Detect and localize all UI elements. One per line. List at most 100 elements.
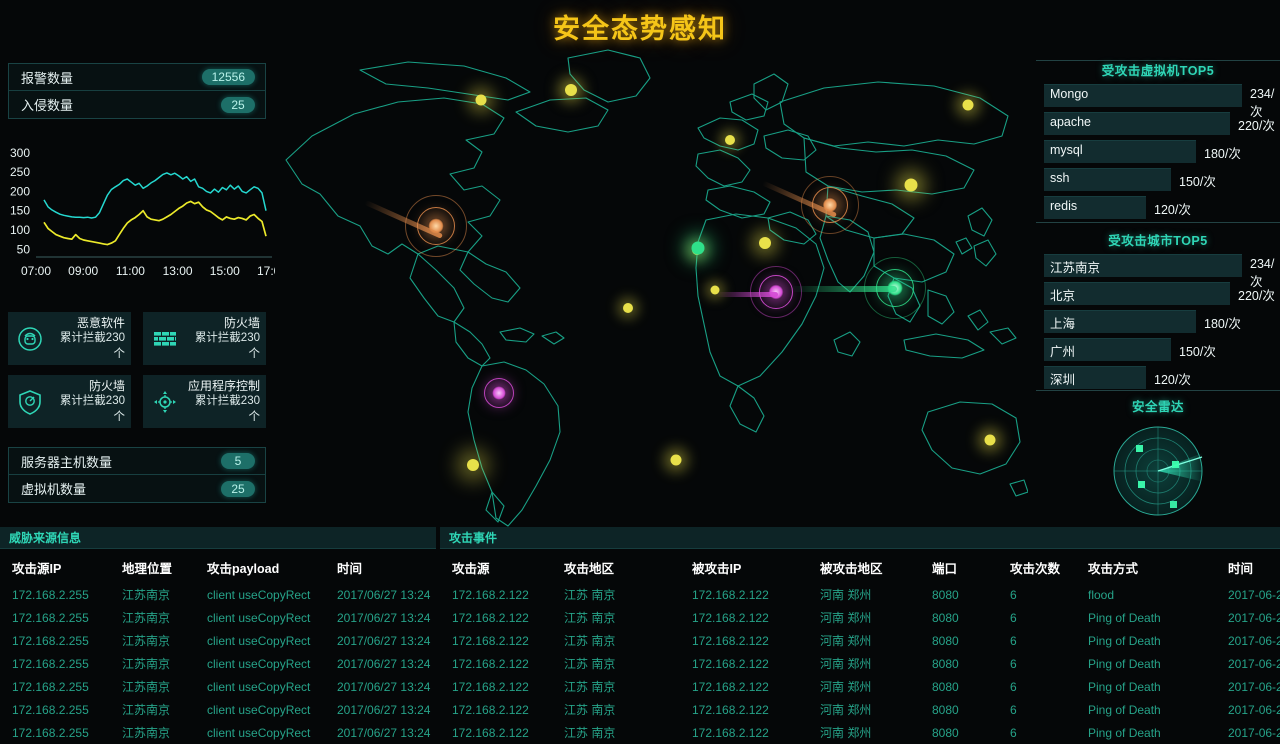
top5-bar-row[interactable]: 北京 220/次	[1036, 282, 1280, 305]
shield-icon	[15, 387, 45, 417]
rail-divider	[1036, 222, 1280, 223]
table-cell: 2017/06/27 13:24	[337, 679, 431, 694]
table-cell: 172.168.2.122	[452, 679, 529, 694]
table-cell: 江苏南京	[122, 657, 171, 671]
table-row[interactable]: 172.168.2.122 江苏 南京 172.168.2.122 河南 郑州 8080…	[440, 721, 1280, 744]
table-cell: 172.168.2.122	[692, 702, 769, 717]
table-cell: 江苏 南京	[564, 726, 616, 740]
chart-y-tick: 150	[10, 204, 30, 218]
protection-card-app-control[interactable]: 应用程序控制 累计拦截230个	[143, 375, 266, 428]
table-row[interactable]: 172.168.2.122 江苏 南京 172.168.2.122 河南 郑州 8080…	[440, 583, 1280, 606]
top5-bar-row[interactable]: 深圳 120/次	[1036, 366, 1280, 389]
top5-bar-row[interactable]: 广州 150/次	[1036, 338, 1280, 361]
alarm-row: 报警数量 12556	[9, 64, 265, 91]
top5-bar-row[interactable]: redis 120/次	[1036, 196, 1280, 219]
table-cell: client useCopyRect	[207, 702, 311, 717]
threat-panel-title: 威胁来源信息	[0, 527, 436, 549]
table-cell: 6	[1010, 656, 1017, 671]
table-cell: 河南 郑州	[820, 588, 872, 602]
table-cell: 2017/06/27 13:24	[337, 610, 431, 625]
attack-event-table: 攻击源 攻击地区 被攻击IP 被攻击地区 端口 攻击次数 攻击方式 时间 172.168.2.…	[440, 549, 1280, 744]
host-row-value: 5	[221, 453, 255, 469]
protection-card-malware[interactable]: 恶意软件 累计拦截230个	[8, 312, 131, 365]
alarm-row: 入侵数量 25	[9, 91, 265, 118]
table-cell: 江苏 南京	[564, 611, 616, 625]
table-cell: 河南 郑州	[820, 611, 872, 625]
table-cell: 172.168.2.122	[692, 725, 769, 740]
top5-bar-row[interactable]: 上海 180/次	[1036, 310, 1280, 333]
table-cell: 江苏南京	[122, 611, 171, 625]
table-cell: client useCopyRect	[207, 633, 311, 648]
table-row[interactable]: 172.168.2.255 江苏南京 client useCopyRect 2017/…	[0, 629, 436, 652]
protection-card-firewall-wall[interactable]: 防火墙 累计拦截230个	[143, 312, 266, 365]
table-cell: 2017-06-23 13:12	[1228, 702, 1280, 717]
table-cell: 172.168.2.122	[452, 702, 529, 717]
radar-display[interactable]	[1110, 423, 1206, 519]
top5-bar-row[interactable]: mysql 180/次	[1036, 140, 1280, 163]
table-row[interactable]: 172.168.2.255 江苏南京 client useCopyRect 2017/…	[0, 675, 436, 698]
table-cell: 2017/06/27 13:24	[337, 587, 431, 602]
table-cell: Ping of Death	[1088, 725, 1161, 740]
table-row[interactable]: 172.168.2.255 江苏南京 client useCopyRect 2017/…	[0, 652, 436, 675]
top5-bar-value: 220/次	[1238, 119, 1275, 133]
top5-bar-row[interactable]: Mongo 234/次	[1036, 84, 1280, 119]
top5-bar-row[interactable]: 江苏南京 234/次	[1036, 254, 1280, 289]
table-cell: 河南 郑州	[820, 634, 872, 648]
top5-bar-row[interactable]: ssh 150/次	[1036, 168, 1280, 191]
threat-source-panel: 威胁来源信息 攻击源IP 地理位置 攻击payload 时间 172.168.2.25…	[0, 527, 436, 740]
table-row[interactable]: 172.168.2.122 江苏 南京 172.168.2.122 河南 郑州 8080…	[440, 652, 1280, 675]
table-cell: Ping of Death	[1088, 610, 1161, 625]
radar-svg	[1113, 426, 1204, 516]
protection-card-title: 应用程序控制	[187, 378, 260, 393]
table-cell: Ping of Death	[1088, 633, 1161, 648]
protection-card-subtitle: 累计拦截230个	[59, 395, 125, 423]
table-column-header: 被攻击IP	[692, 562, 742, 576]
protection-card-firewall-shield[interactable]: 防火墙 累计拦截230个	[8, 375, 131, 428]
top5-bar-row[interactable]: apache 220/次	[1036, 112, 1280, 135]
protection-card-title: 防火墙	[88, 378, 125, 393]
table-row[interactable]: 172.168.2.122 江苏 南京 172.168.2.122 河南 郑州 8080…	[440, 629, 1280, 652]
host-row: 服务器主机数量 5	[9, 448, 265, 475]
world-map[interactable]	[268, 40, 1028, 530]
table-cell: 8080	[932, 656, 959, 671]
table-cell: 8080	[932, 610, 959, 625]
table-header-row: 攻击源IP 地理位置 攻击payload 时间	[0, 549, 436, 583]
table-cell: 6	[1010, 702, 1017, 717]
protection-card-subtitle: 累计拦截230个	[59, 332, 125, 360]
table-cell: 江苏南京	[122, 726, 171, 740]
table-column-header: 攻击方式	[1088, 562, 1139, 576]
table-cell: Ping of Death	[1088, 656, 1161, 671]
table-row[interactable]: 172.168.2.255 江苏南京 client useCopyRect 2017/…	[0, 583, 436, 606]
table-cell: 江苏 南京	[564, 634, 616, 648]
table-row[interactable]: 172.168.2.255 江苏南京 client useCopyRect 2017/…	[0, 698, 436, 721]
top5-bar-value: 120/次	[1154, 203, 1191, 217]
table-row[interactable]: 172.168.2.255 江苏南京 client useCopyRect 2017/…	[0, 606, 436, 629]
table-cell: 6	[1010, 587, 1017, 602]
top5-bar-label: 深圳	[1050, 373, 1076, 387]
threat-source-table: 攻击源IP 地理位置 攻击payload 时间 172.168.2.255 江苏南京 cl…	[0, 549, 436, 744]
table-cell: 172.168.2.255	[12, 633, 89, 648]
table-column-header: 时间	[337, 562, 363, 576]
table-cell: 172.168.2.255	[12, 610, 89, 625]
table-cell: 8080	[932, 679, 959, 694]
protection-card-subtitle: 累计拦截230个	[194, 332, 260, 360]
world-map-svg	[285, 49, 1028, 527]
table-cell: 江苏南京	[122, 588, 171, 602]
table-cell: 河南 郑州	[820, 657, 872, 671]
table-cell: 2017/06/27 13:24	[337, 633, 431, 648]
table-row[interactable]: 172.168.2.255 江苏南京 client useCopyRect 2017/…	[0, 721, 436, 744]
chart-y-tick: 250	[10, 165, 30, 179]
top5-bar-value: 150/次	[1179, 345, 1216, 359]
table-cell: 江苏南京	[122, 680, 171, 694]
attack-event-panel: 攻击事件 攻击源 攻击地区 被攻击IP 被攻击地区 端口 攻击次数 攻击方式 时间 172.1…	[440, 527, 1280, 740]
table-row[interactable]: 172.168.2.122 江苏 南京 172.168.2.122 河南 郑州 8080…	[440, 698, 1280, 721]
table-column-header: 攻击源IP	[12, 562, 62, 576]
table-cell: 江苏 南京	[564, 657, 616, 671]
table-cell: client useCopyRect	[207, 656, 311, 671]
table-row[interactable]: 172.168.2.122 江苏 南京 172.168.2.122 河南 郑州 8080…	[440, 606, 1280, 629]
protection-cards: 恶意软件 累计拦截230个 防火墙 累计拦截230个 防火墙 累计拦截230个	[8, 312, 270, 428]
table-row[interactable]: 172.168.2.122 江苏 南京 172.168.2.122 河南 郑州 8080…	[440, 675, 1280, 698]
table-cell: 2017-06-23 13:12	[1228, 633, 1280, 648]
rail-divider	[1036, 390, 1280, 391]
table-cell: 8080	[932, 725, 959, 740]
